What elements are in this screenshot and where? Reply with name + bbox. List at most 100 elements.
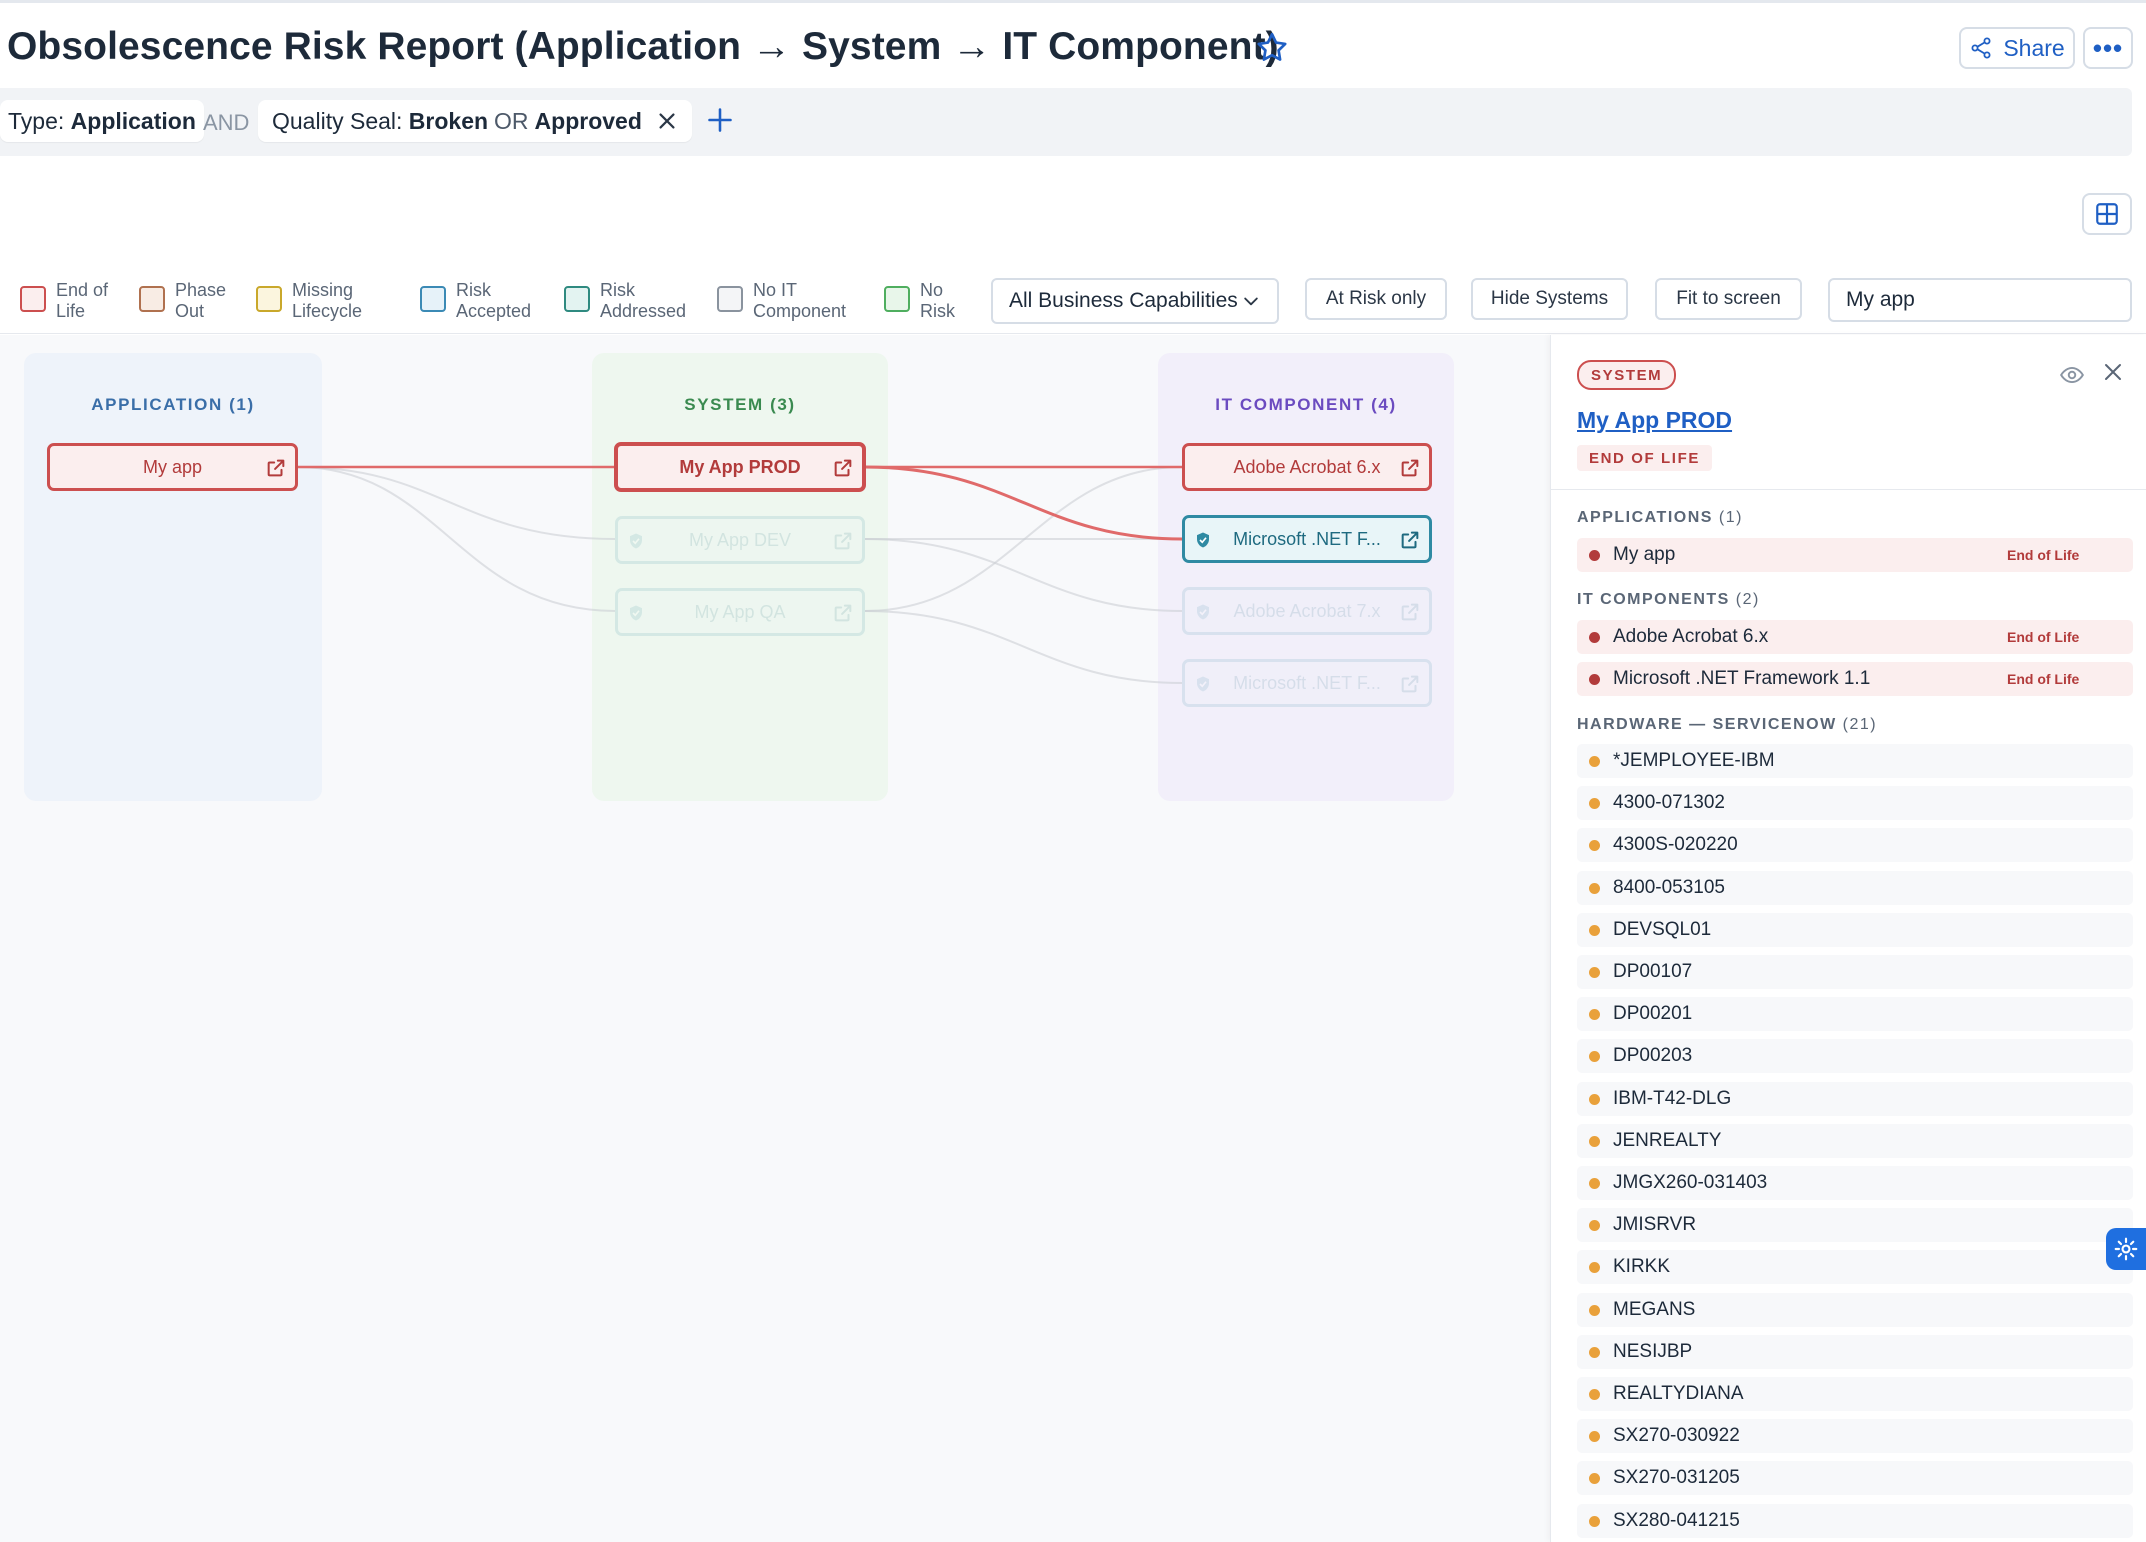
panel-title-link[interactable]: My App PROD bbox=[1577, 407, 1732, 434]
status-dot bbox=[1589, 1135, 1600, 1147]
node-itc-adobe-acrobat-7[interactable]: Adobe Acrobat 7.x bbox=[1182, 587, 1432, 635]
node-label: Adobe Acrobat 6.x bbox=[1233, 456, 1381, 477]
node-label: Microsoft .NET F... bbox=[1233, 672, 1381, 693]
node-label: My App DEV bbox=[688, 529, 792, 550]
item-name: SX280-041215 bbox=[1613, 1509, 1740, 1531]
open-external-icon[interactable] bbox=[265, 457, 287, 479]
node-system-my-app-qa[interactable]: My App QA bbox=[615, 588, 865, 636]
link-prod-net11 bbox=[864, 465, 1183, 541]
legend-label-line2: Addressed bbox=[600, 301, 687, 321]
close-icon[interactable] bbox=[2101, 360, 2125, 384]
node-system-my-app-dev[interactable]: My App DEV bbox=[615, 516, 865, 564]
filter-chip-quality-seal[interactable]: Quality Seal: Broken OR Approved bbox=[258, 100, 692, 142]
share-label: Share bbox=[2003, 34, 2065, 61]
legend-no-it-component[interactable]: No IT Component bbox=[717, 280, 846, 322]
status-dot bbox=[1589, 1009, 1600, 1021]
list-item-hardware[interactable]: KIRKK bbox=[1577, 1250, 2133, 1285]
list-item-hardware[interactable]: 4300S-020220 bbox=[1577, 828, 2133, 863]
open-external-icon[interactable] bbox=[1399, 601, 1421, 623]
open-external-icon[interactable] bbox=[832, 602, 854, 624]
list-item-hardware[interactable]: DP00201 bbox=[1577, 997, 2133, 1032]
list-item-hardware[interactable]: DP00203 bbox=[1577, 1039, 2133, 1074]
at-risk-only-button[interactable]: At Risk only bbox=[1305, 278, 1447, 320]
link-app-dev bbox=[296, 466, 616, 540]
filter-and-operator: AND bbox=[203, 110, 250, 135]
panel-divider bbox=[1551, 489, 2146, 490]
status-dot bbox=[1589, 882, 1600, 894]
settings-fab-button[interactable] bbox=[2106, 1228, 2146, 1270]
legend-missing-lifecycle[interactable]: Missing Lifecycle bbox=[256, 280, 362, 322]
open-external-icon[interactable] bbox=[1399, 673, 1421, 695]
section-title: HARDWARE — SERVICENOW bbox=[1577, 716, 1837, 733]
details-panel: SYSTEM My App PROD END OF LIFE APPLICATI… bbox=[1550, 335, 2146, 1542]
list-item-hardware[interactable]: DEVSQL01 bbox=[1577, 912, 2133, 947]
item-status-tag: End of Life bbox=[2007, 547, 2080, 563]
search-input[interactable] bbox=[1828, 278, 2132, 322]
list-item-it-component[interactable]: Adobe Acrobat 6.x End of Life bbox=[1577, 620, 2133, 654]
remove-filter-icon[interactable] bbox=[656, 110, 678, 132]
legend-no-risk[interactable]: No Risk bbox=[884, 280, 955, 322]
list-item-hardware[interactable]: 4300-071302 bbox=[1577, 786, 2133, 821]
node-app-my-app[interactable]: My app bbox=[47, 443, 298, 491]
business-capability-select[interactable]: All Business Capabilities bbox=[991, 278, 1279, 324]
shield-check-icon bbox=[1197, 676, 1209, 692]
status-dot bbox=[1589, 1304, 1600, 1316]
fit-to-screen-button[interactable]: Fit to screen bbox=[1655, 278, 1802, 320]
list-item-hardware[interactable]: SX270-031205 bbox=[1577, 1461, 2133, 1496]
status-dot bbox=[1589, 924, 1600, 936]
section-hardware: HARDWARE — SERVICENOW (21) bbox=[1577, 716, 1877, 734]
open-external-icon[interactable] bbox=[832, 457, 854, 479]
legend-label-line2: Out bbox=[175, 301, 205, 321]
node-itc-microsoft-net-framework-other[interactable]: Microsoft .NET F... bbox=[1182, 659, 1432, 707]
legend-swatch bbox=[20, 286, 46, 312]
open-external-icon[interactable] bbox=[1399, 457, 1421, 479]
item-name: DP00203 bbox=[1613, 1045, 1693, 1067]
node-system-my-app-prod[interactable]: My App PROD bbox=[614, 442, 866, 492]
more-options-button[interactable]: ••• bbox=[2083, 27, 2133, 69]
open-external-icon[interactable] bbox=[832, 530, 854, 552]
list-item-application[interactable]: My app End of Life bbox=[1577, 538, 2133, 572]
legend-swatch bbox=[420, 286, 446, 312]
node-itc-adobe-acrobat-6[interactable]: Adobe Acrobat 6.x bbox=[1182, 443, 1432, 491]
filter-chip-type[interactable]: Type: Application bbox=[0, 100, 204, 142]
list-item-hardware[interactable]: IBM-T42-DLG bbox=[1577, 1081, 2133, 1116]
eye-icon[interactable] bbox=[2059, 362, 2085, 388]
status-dot bbox=[1589, 1220, 1600, 1232]
list-item-hardware[interactable]: SX280-041215 bbox=[1577, 1503, 2133, 1538]
graph-canvas[interactable]: APPLICATION (1) SYSTEM (3) IT COMPONENT … bbox=[0, 335, 1550, 1542]
status-dot bbox=[1589, 1473, 1600, 1485]
node-itc-microsoft-net-framework-1-1[interactable]: Microsoft .NET F... bbox=[1182, 515, 1432, 563]
legend-risk-accepted[interactable]: Risk Accepted bbox=[420, 280, 531, 322]
list-item-hardware[interactable]: JMGX260-031403 bbox=[1577, 1166, 2133, 1200]
list-item-hardware[interactable]: DP00107 bbox=[1577, 955, 2133, 989]
open-external-icon[interactable] bbox=[1399, 529, 1421, 551]
legend-end-of-life[interactable]: End of Life bbox=[20, 280, 108, 322]
share-button[interactable]: Share bbox=[1959, 27, 2075, 69]
node-label: My app bbox=[142, 456, 203, 477]
list-item-it-component[interactable]: Microsoft .NET Framework 1.1 End of Life bbox=[1577, 662, 2133, 696]
legend-phase-out[interactable]: Phase Out bbox=[139, 280, 226, 322]
list-item-hardware[interactable]: SX270-030922 bbox=[1577, 1419, 2133, 1454]
list-item-hardware[interactable]: JENREALTY bbox=[1577, 1123, 2133, 1158]
legend-risk-addressed[interactable]: Risk Addressed bbox=[564, 280, 686, 322]
section-count: (2) bbox=[1735, 591, 1760, 608]
status-dot bbox=[1589, 1346, 1600, 1358]
shield-check-icon bbox=[630, 605, 642, 621]
list-item-hardware[interactable]: MEGANS bbox=[1577, 1292, 2133, 1327]
list-item-hardware[interactable]: NESIJBP bbox=[1577, 1334, 2133, 1369]
view-toggle-button[interactable] bbox=[2082, 193, 2132, 235]
gear-icon bbox=[2114, 1237, 2138, 1261]
list-item-hardware[interactable]: 8400-053105 bbox=[1577, 870, 2133, 905]
status-dot bbox=[1589, 840, 1600, 852]
list-item-hardware[interactable]: *JEMPLOYEE-IBM bbox=[1577, 744, 2133, 778]
legend-label-line1: Phase bbox=[175, 280, 227, 300]
filter-seal-value-broken: Broken bbox=[408, 107, 489, 134]
hide-systems-button[interactable]: Hide Systems bbox=[1471, 278, 1628, 320]
list-item-hardware[interactable]: JMISRVR bbox=[1577, 1208, 2133, 1243]
link-app-qa bbox=[296, 466, 616, 612]
favorite-star-icon[interactable] bbox=[1254, 30, 1290, 66]
list-item-hardware[interactable]: REALTYDIANA bbox=[1577, 1377, 2133, 1411]
add-filter-icon[interactable] bbox=[706, 106, 734, 134]
filter-or-operator: OR bbox=[494, 107, 529, 134]
more-icon: ••• bbox=[2092, 32, 2124, 63]
